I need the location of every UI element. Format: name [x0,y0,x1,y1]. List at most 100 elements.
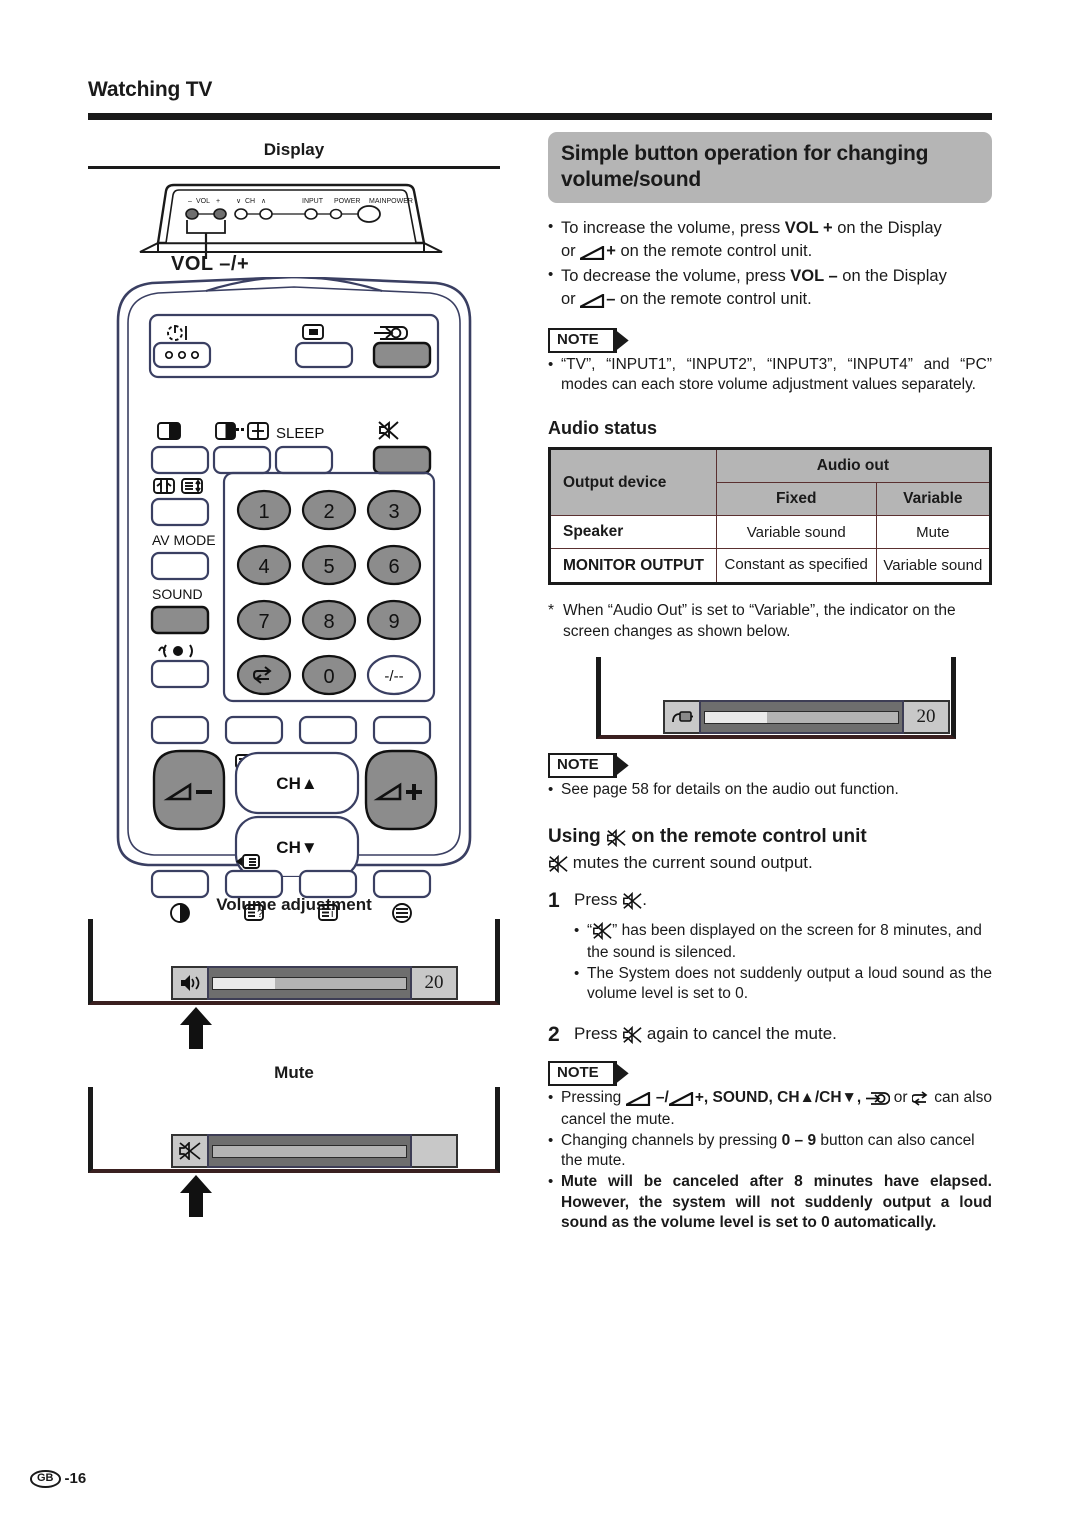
mute-osd-title: Mute [274,1063,314,1082]
svg-text:∧: ∧ [261,198,266,205]
bullet-marker: • [574,921,580,939]
decrease-text-or: or [561,289,581,308]
table-row: MONITOR OUTPUT Constant as specified Var… [549,547,992,585]
volume-wedge-icon [579,290,606,313]
display-panel-illustration: – VOL + ∨ CH ∧ INPUT POWER MAINPOWER VOL… [88,175,500,275]
list-item: • To increase the volume, press VOL + on… [548,217,992,265]
svg-text:2: 2 [323,501,334,523]
audio-status-table: Output device Audio out Fixed Variable S… [548,447,992,586]
mute-lead-text: mutes the current sound output. [568,853,813,873]
svg-text:CH▲: CH▲ [276,774,317,793]
display-section-label: Display [263,140,325,159]
col-audio-out: Audio out [715,448,992,483]
mute-icon [622,891,642,913]
note-block-3: NOTE • Pressing –/+, SOUND, CH▲/CH▼, or … [548,1061,992,1234]
svg-text:INPUT: INPUT [302,198,324,205]
list-item: • To decrease the volume, press VOL – on… [548,265,992,313]
svg-text:0: 0 [323,666,334,688]
note-1-text: “TV”, “INPUT1”, “INPUT2”, “INPUT3”, “INP… [561,355,992,394]
wedge-plus-sign: + [606,241,616,260]
note-2-text: See page 58 for details on the audio out… [561,780,899,798]
note-block-2: NOTE • See page 58 for details on the au… [548,753,992,800]
step-2-text-post: again to cancel the mute. [642,1023,837,1043]
row-monitor-label: MONITOR OUTPUT [549,547,717,585]
col-output-device: Output device [549,448,717,516]
row-speaker-variable: Mute [875,515,992,549]
remote-svg: .bo { fill:none; stroke:#3a3f62; stroke-… [116,275,472,879]
vol-minus-bold: VOL – [790,266,838,285]
step-2: 2 Press again to cancel the mute. [548,1023,992,1047]
speaker-on-icon [171,966,207,1000]
svg-text:∨: ∨ [236,198,241,205]
bullet-marker: • [548,1173,554,1191]
mute-icon [622,1025,642,1047]
svg-text:-/--: -/-- [384,668,403,685]
mute-value-blank [412,1134,458,1168]
step-1-text-pre: Press [574,890,623,910]
note3-b1-boldlist: , SOUND, CH▲/CH▼, [703,1088,866,1106]
increase-text-part2: on the Display [832,219,942,238]
note3-b2-pre: Changing channels by pressing [561,1131,782,1149]
bullet-marker: • [548,218,554,236]
mute-icon [548,855,568,875]
list-item: • “” has been displayed on the screen fo… [574,921,992,964]
footnote-text: When “Audio Out” is set to “Variable”, t… [563,602,956,641]
svg-text:3: 3 [388,501,399,523]
mute-osd-screen [88,1087,500,1217]
volume-level-fill [213,977,275,989]
right-column: Simple button operation for changing vol… [548,132,992,1234]
step-1-b2-text: The System does not suddenly output a lo… [587,964,992,1003]
svg-text:SOUND: SOUND [152,586,203,602]
page-footer: GB -16 [30,1470,86,1488]
front-panel-svg: – VOL + ∨ CH ∧ INPUT POWER MAINPOWER [139,183,443,259]
bullet-marker: • [548,355,554,373]
step-2-number: 2 [548,1022,560,1046]
svg-text:VOL: VOL [196,198,210,205]
volume-wedge-icon [668,1090,695,1111]
audio-out-footnote: * When “Audio Out” is set to “Variable”,… [548,601,992,643]
note-label: NOTE [548,328,617,353]
decrease-text-part1: To decrease the volume, press [561,266,791,285]
step-1-number: 1 [548,889,560,913]
audio-out-level-value: 20 [904,700,950,735]
note-label: NOTE [548,1061,617,1086]
intro-bullet-list: • To increase the volume, press VOL + on… [548,217,992,312]
list-item: • The System does not suddenly output a … [574,964,992,1005]
left-column: Display – VOL + ∨ CH ∧ INPUT POWER MAINP… [88,140,500,1217]
svg-text:8: 8 [323,611,334,633]
volume-osd-bar: 20 [171,966,458,1000]
volume-callout-arrow [179,1007,213,1054]
display-divider [88,166,500,169]
mute-level-track [207,1134,412,1168]
bullet-marker: • [548,265,554,283]
list-item: • Pressing –/+, SOUND, CH▲/CH▼, or can a… [548,1088,992,1131]
step-1: 1 Press . • “” has been displayed on the… [548,889,992,1005]
row-speaker-label: Speaker [549,515,717,549]
decrease-text-post: on the remote control unit. [615,289,812,308]
table-row: Speaker Variable sound Mute [549,515,992,549]
speaker-mute-icon [171,1134,207,1168]
svg-text:7: 7 [258,611,269,633]
step-1-bullets: • “” has been displayed on the screen fo… [574,921,992,1005]
output-plug-icon [663,700,699,735]
manual-page: Watching TV Display – VOL + ∨ CH ∧ INPUT… [0,0,1080,1528]
row-monitor-variable: Variable sound [875,547,992,585]
mute-example: Mute [88,1063,500,1217]
svg-text:CH: CH [245,198,255,205]
increase-text-or: or [561,241,581,260]
row-speaker-fixed: Variable sound [715,515,877,549]
volume-wedge-icon [625,1090,652,1111]
svg-text:6: 6 [388,556,399,578]
header-divider [88,113,992,120]
volume-level-value: 20 [412,966,458,1000]
increase-text-post: on the remote control unit. [615,241,813,260]
note-label: NOTE [548,753,617,778]
audio-out-osd-screen: 20 [596,657,956,740]
col-fixed: Fixed [715,482,877,516]
mute-heading-pre: Using [548,826,607,848]
svg-text:POWER: POWER [334,198,360,205]
mute-icon [606,828,626,850]
page-title: Watching TV [88,78,213,101]
increase-text-part1: To increase the volume, press [561,219,785,238]
svg-text:–: – [188,198,192,205]
